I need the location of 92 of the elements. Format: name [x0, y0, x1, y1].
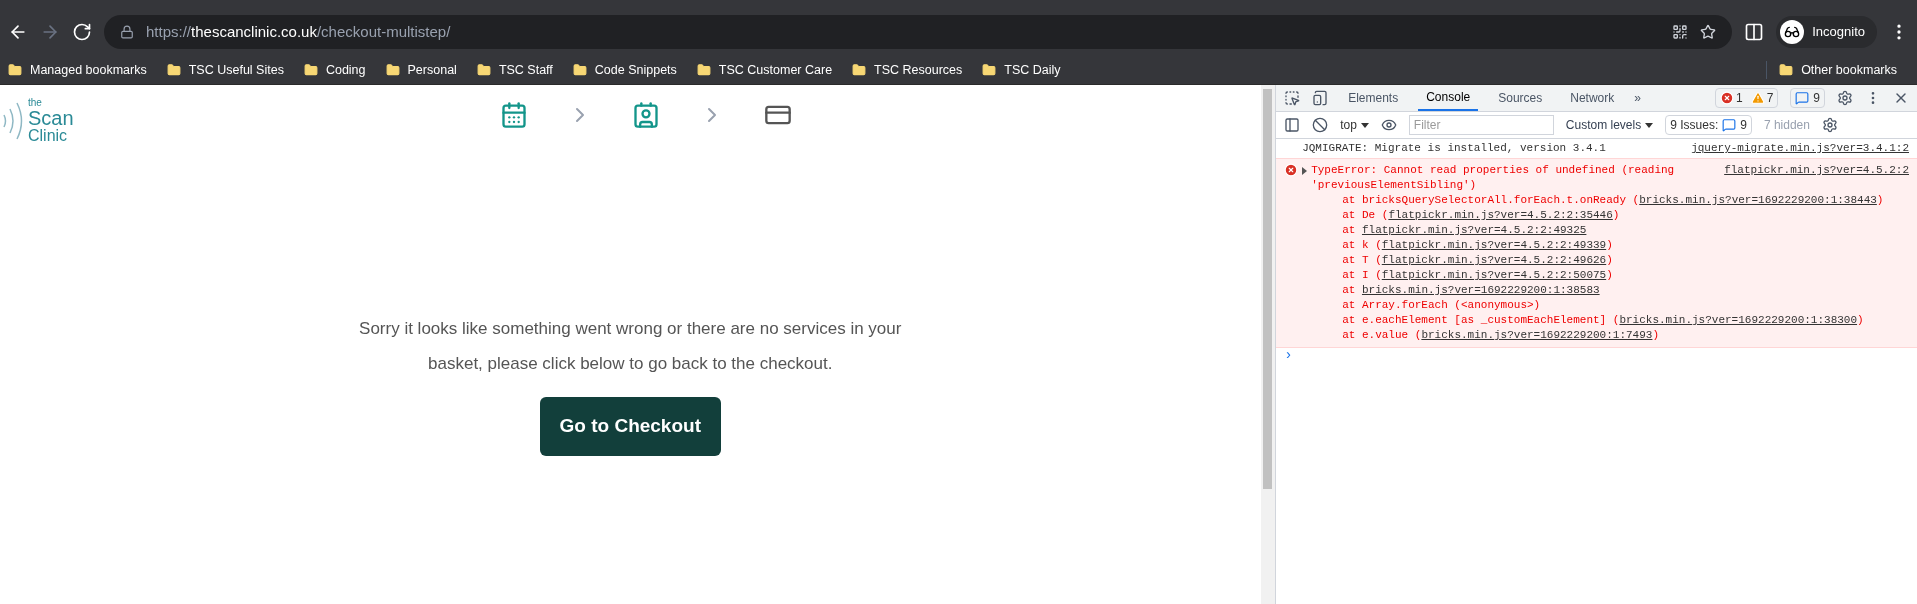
- console-log: JQMIGRATE: Migrate is installed, version 3.4.1: [1302, 141, 1606, 156]
- more-tabs[interactable]: »: [1634, 89, 1641, 107]
- bookmark-folder[interactable]: TSC Useful Sites: [166, 60, 284, 80]
- hidden-count: 7 hidden: [1763, 117, 1810, 134]
- profile-label: Incognito: [1812, 23, 1865, 42]
- filter-field[interactable]: Filter: [1408, 115, 1554, 135]
- address-bar[interactable]: https://thescanclinic.co.uk/checkout-multistep/: [104, 15, 1733, 49]
- contact-icon[interactable]: [632, 101, 660, 129]
- error-badge[interactable]: 1 7: [1714, 88, 1779, 108]
- message-icon: [1795, 91, 1810, 105]
- bookmark-folder[interactable]: Coding: [303, 60, 366, 80]
- stack-link[interactable]: bricks.min.js?ver=1692229200:1:7493: [1421, 329, 1653, 341]
- stack-link[interactable]: flatpickr.min.js?ver=4.5.2:2:49626: [1381, 254, 1607, 266]
- clear-icon[interactable]: [1312, 117, 1329, 133]
- lock-icon: [120, 25, 134, 39]
- settings-icon[interactable]: [1837, 90, 1853, 106]
- device-icon[interactable]: [1312, 90, 1329, 106]
- stack-line: at De (flatpickr.min.js?ver=4.5.2:2:35446): [1341, 208, 1621, 223]
- stack-line: at e.value (bricks.min.js?ver=1692229200:1:7493): [1341, 328, 1661, 343]
- stack-line: at I (flatpickr.min.js?ver=4.5.2:2:50075): [1341, 268, 1614, 283]
- folder-icon: [166, 63, 181, 77]
- console-prompt[interactable]: ›: [1276, 348, 1917, 363]
- calendar-icon[interactable]: [500, 101, 528, 129]
- logo-text: the: [28, 98, 43, 108]
- error-icon: [1719, 91, 1734, 105]
- folder-icon: [8, 63, 22, 77]
- stack-line: at e.eachElement [as _customEachElement] (bricks.min.js?ver=1692229200:1:38300): [1341, 313, 1865, 328]
- devtools-tab[interactable]: Sources: [1490, 85, 1551, 111]
- source-link[interactable]: jquery-migrate.min.js?ver=3.4.1:2: [1691, 141, 1909, 156]
- caret-icon: [1360, 122, 1369, 128]
- bookmark-folder[interactable]: TSC Staff: [476, 60, 553, 80]
- stack-link[interactable]: bricks.min.js?ver=1692229200:1:38300: [1619, 314, 1858, 326]
- message-icon: [1722, 118, 1737, 132]
- reload-icon[interactable]: [72, 22, 92, 42]
- stack-line: at bricksQuerySelectorAll.forEach.t.onReady (bricks.min.js?ver=1692229200:1:38443): [1341, 193, 1885, 208]
- issues-button[interactable]: 9 Issues: 9: [1665, 115, 1752, 135]
- info-badge[interactable]: 9: [1790, 88, 1825, 108]
- stack-link[interactable]: flatpickr.min.js?ver=4.5.2:2:49339: [1381, 239, 1607, 251]
- profile-chip[interactable]: Incognito: [1776, 16, 1877, 48]
- warning-count: 7: [1766, 90, 1774, 107]
- bookmark-folder[interactable]: Managed bookmarks: [8, 60, 147, 80]
- error-count: 1: [1735, 90, 1743, 107]
- error-text[interactable]: TypeError: Cannot read properties of undefined (reading 'previousElementSibling'): [1311, 163, 1693, 193]
- folder-icon: [852, 63, 867, 77]
- stack-link[interactable]: flatpickr.min.js?ver=4.5.2:2:35446: [1388, 209, 1613, 221]
- devtools-tab[interactable]: Elements: [1340, 85, 1407, 111]
- expand-icon[interactable]: [1302, 167, 1308, 175]
- devtools-tab[interactable]: Console: [1418, 85, 1479, 111]
- bookmark-folder[interactable]: TSC Customer Care: [696, 60, 833, 80]
- bookmark-folder[interactable]: Personal: [385, 60, 457, 80]
- bookmark-folder[interactable]: TSC Daily: [982, 60, 1061, 80]
- logo-text: Scan: [28, 108, 74, 128]
- error-message: Sorry it looks like something went wrong or there are no services in your basket, please click below to go back to the checkout.: [358, 318, 903, 375]
- caret-icon: [1645, 122, 1654, 128]
- bookmark-folder[interactable]: Code Snippets: [572, 60, 677, 80]
- stack-link[interactable]: flatpickr.min.js?ver=4.5.2:2:50075: [1381, 269, 1607, 281]
- folder-icon: [385, 63, 400, 77]
- stack-line: at flatpickr.min.js?ver=4.5.2:2:49325: [1341, 223, 1588, 238]
- error-icon: [1284, 163, 1299, 177]
- folder-icon: [572, 63, 587, 77]
- url-text: https://thescanclinic.co.uk/checkout-multistep/: [146, 21, 451, 42]
- incognito-icon: [1784, 24, 1801, 40]
- levels-select[interactable]: Custom levels: [1565, 116, 1654, 134]
- inspect-icon[interactable]: [1284, 90, 1301, 106]
- bookmark-folder[interactable]: Other bookmarks: [1766, 60, 1897, 80]
- source-link[interactable]: flatpickr.min.js?ver=4.5.2:2: [1724, 163, 1909, 193]
- side-panel-icon[interactable]: [1744, 22, 1765, 42]
- sidebar-icon[interactable]: [1284, 117, 1301, 133]
- folder-icon: [982, 63, 997, 77]
- qr-code-icon[interactable]: [1672, 24, 1689, 40]
- context-select[interactable]: top: [1340, 116, 1369, 134]
- folder-icon: [1779, 63, 1794, 77]
- devtools-tab[interactable]: Network: [1562, 85, 1623, 111]
- stack-line: at T (flatpickr.min.js?ver=4.5.2:2:49626): [1341, 253, 1614, 268]
- scrollbar[interactable]: [1260, 85, 1276, 604]
- settings-icon[interactable]: [1821, 117, 1838, 133]
- stack-line: at bricks.min.js?ver=1692229200:1:38583: [1341, 283, 1601, 298]
- logo-text: Clinic: [28, 128, 69, 144]
- warning-icon: [1750, 91, 1765, 105]
- stack-link[interactable]: bricks.min.js?ver=1692229200:1:38583: [1361, 284, 1600, 296]
- star-icon[interactable]: [1700, 24, 1717, 40]
- folder-icon: [696, 63, 711, 77]
- logo[interactable]: the Scan Clinic: [0, 85, 430, 145]
- bookmark-folder[interactable]: TSC Resources: [852, 60, 963, 80]
- eye-icon[interactable]: [1380, 117, 1397, 133]
- folder-icon: [303, 63, 318, 77]
- stack-line: at k (flatpickr.min.js?ver=4.5.2:2:49339): [1341, 238, 1614, 253]
- stack-line: at Array.forEach (<anonymous>): [1341, 298, 1542, 313]
- stack-link[interactable]: flatpickr.min.js?ver=4.5.2:2:49325: [1361, 224, 1587, 236]
- checkout-button[interactable]: Go to Checkout: [539, 397, 721, 456]
- stack-link[interactable]: bricks.min.js?ver=1692229200:1:38443: [1639, 194, 1877, 206]
- folder-icon: [476, 63, 491, 77]
